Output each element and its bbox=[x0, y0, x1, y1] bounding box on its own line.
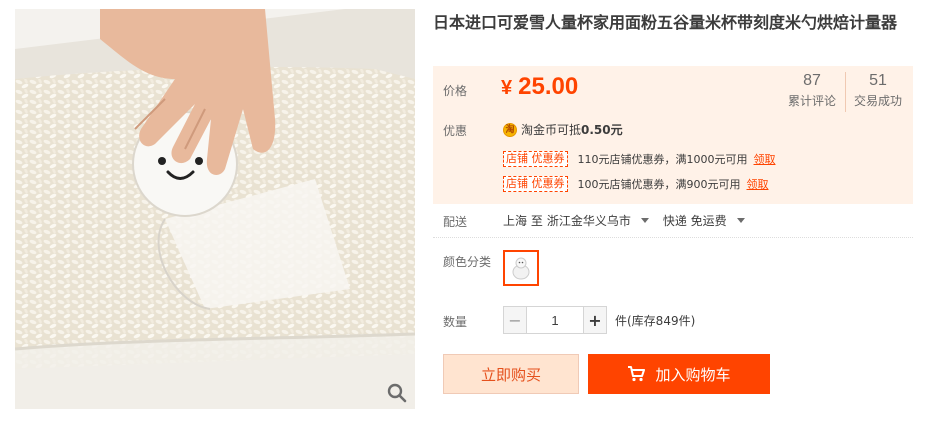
ship-method-select[interactable]: 快递 免运费 bbox=[663, 212, 745, 229]
snowman-cup-thumbnail bbox=[512, 257, 530, 280]
buy-now-button[interactable]: 立即购买 bbox=[443, 354, 579, 394]
decrease-quantity-button[interactable]: − bbox=[503, 306, 527, 334]
zoom-icon[interactable] bbox=[387, 383, 407, 403]
shipping-label: 配送 bbox=[443, 215, 468, 229]
divider bbox=[433, 237, 913, 238]
shopping-cart-icon bbox=[628, 366, 646, 382]
taobao-coin-icon: 淘 bbox=[503, 122, 517, 137]
coupon-desc: 100元店铺优惠券，满900元可用 bbox=[577, 178, 741, 191]
ship-destination: 浙江金华义乌市 bbox=[546, 214, 631, 228]
coin-amount: 0.50元 bbox=[581, 123, 623, 137]
quantity-label: 数量 bbox=[443, 315, 468, 329]
product-photo-rice-scoop bbox=[15, 9, 415, 409]
add-to-cart-button[interactable]: 加入购物车 bbox=[588, 354, 770, 394]
quantity-stepper: − + 件(库存849件) bbox=[503, 306, 695, 334]
claim-coupon-link[interactable]: 领取 bbox=[747, 176, 769, 192]
taobao-coin-line: 淘 淘金币可抵 0.50元 bbox=[503, 121, 623, 138]
stock-text: 件(库存849件) bbox=[615, 313, 696, 328]
promo-label: 优惠 bbox=[443, 124, 468, 138]
increase-quantity-button[interactable]: + bbox=[583, 306, 607, 334]
reviews-stat[interactable]: 87 累计评论 bbox=[779, 72, 845, 109]
quantity-input[interactable] bbox=[527, 306, 583, 334]
coupon-desc: 110元店铺优惠券，满1000元可用 bbox=[577, 153, 748, 166]
reviews-count: 87 bbox=[803, 72, 821, 89]
ship-destination-select[interactable]: 浙江金华义乌市 bbox=[547, 212, 649, 229]
coin-text: 淘金币可抵 bbox=[521, 123, 582, 137]
transactions-count: 51 bbox=[869, 72, 887, 89]
price-panel: 价格 ¥25.00 87 累计评论 51 交易成功 优惠 淘 淘金币可抵 0.50… bbox=[433, 66, 913, 204]
product-title: 日本进口可爱雪人量杯家用面粉五谷量米杯带刻度米勺烘焙计量器 bbox=[433, 13, 898, 32]
chevron-down-icon bbox=[640, 218, 649, 223]
shipping-row: 上海 至 浙江金华义乌市 快递 免运费 bbox=[503, 212, 759, 229]
transactions-stat: 51 交易成功 bbox=[845, 72, 911, 109]
ship-method: 快递 免运费 bbox=[662, 214, 727, 228]
price-label: 价格 bbox=[443, 84, 468, 98]
color-swatch-selected[interactable] bbox=[503, 250, 539, 286]
product-main-image[interactable] bbox=[15, 9, 415, 409]
color-label: 颜色分类 bbox=[443, 255, 492, 269]
coupon-tag: 店铺 优惠券 bbox=[503, 176, 568, 192]
product-price: ¥25.00 bbox=[501, 73, 578, 101]
coupon-row: 店铺 优惠券 100元店铺优惠券，满900元可用 领取 bbox=[503, 176, 769, 192]
ship-from: 上海 至 bbox=[503, 214, 543, 228]
transactions-label: 交易成功 bbox=[853, 94, 902, 108]
reviews-label: 累计评论 bbox=[787, 94, 836, 108]
price-value: 25.00 bbox=[518, 73, 579, 100]
chevron-down-icon bbox=[736, 218, 745, 223]
currency-symbol: ¥ bbox=[501, 77, 513, 99]
coupon-tag: 店铺 优惠券 bbox=[503, 151, 568, 167]
add-to-cart-label: 加入购物车 bbox=[655, 365, 731, 384]
coupon-row: 店铺 优惠券 110元店铺优惠券，满1000元可用 领取 bbox=[503, 151, 776, 167]
claim-coupon-link[interactable]: 领取 bbox=[754, 151, 776, 167]
